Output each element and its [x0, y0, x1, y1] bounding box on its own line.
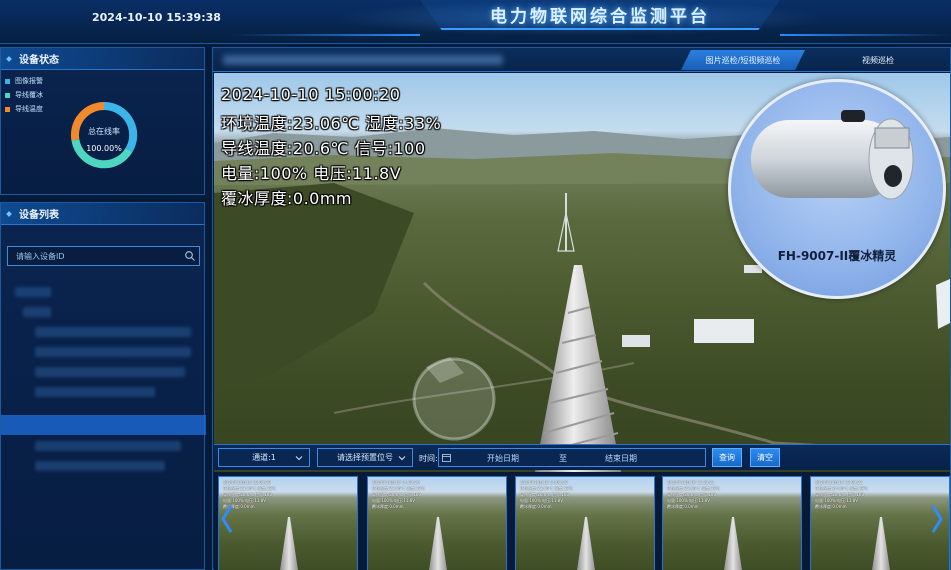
- cable-thumb: [576, 517, 596, 570]
- tree-item[interactable]: [35, 441, 181, 451]
- legend-label: 导线温度: [15, 105, 43, 113]
- road: [422, 281, 950, 455]
- sensor-device-image: [751, 110, 914, 200]
- legend-swatch: [5, 78, 10, 84]
- calendar-icon: [442, 454, 451, 462]
- legend-label: 导线覆冰: [15, 91, 43, 99]
- thumbnail-item[interactable]: 2024年10月10 13:00:22 环境温度:24.06℃ 湿度:29% 导…: [810, 476, 950, 570]
- tree-item[interactable]: [23, 307, 51, 317]
- device-search-box: [7, 246, 200, 266]
- inspection-panel: 图片巡检/短视频巡检 视频巡检 2024-10-10 15:00:20 环境温度…: [212, 47, 951, 570]
- building: [622, 335, 650, 347]
- donut-value: 100.00%: [86, 144, 122, 153]
- device-search-input[interactable]: [8, 251, 184, 261]
- chevron-down-icon: [398, 456, 406, 461]
- device-list-panel: 设备列表: [0, 202, 206, 570]
- legend-swatch: [5, 106, 10, 112]
- tab-bar: 图片巡检/短视频巡检 视频巡检: [213, 48, 950, 72]
- date-separator: 至: [559, 454, 567, 463]
- device-name-blurred: [223, 55, 503, 65]
- time-label: 时间:: [419, 454, 438, 463]
- osd-icing: 覆冰厚度:0.0mm: [221, 189, 353, 208]
- preset-select[interactable]: 请选择预置位号: [317, 448, 413, 467]
- osd-timestamp: 2024-10-10 15:00:20: [221, 85, 401, 104]
- inspection-image[interactable]: 2024-10-10 15:00:20 环境温度:23.06℃ 湿度:33% 导…: [214, 73, 950, 487]
- chevron-right-icon[interactable]: [930, 504, 944, 534]
- app-header: 2024-10-10 15:39:38 电力物联网综合监测平台: [0, 0, 951, 44]
- tab-video-inspection[interactable]: 视频巡检: [819, 50, 937, 70]
- legend-swatch: [5, 92, 10, 98]
- legend-label: 图像报警: [15, 77, 43, 85]
- date-range-picker[interactable]: 开始日期 至 结束日期: [438, 448, 706, 467]
- sensor-clamp-hole: [884, 165, 902, 187]
- tree-item[interactable]: [35, 461, 165, 471]
- thumbnail-item[interactable]: 2024年10月10 14:30:20 环境温度:23.06℃ 湿度:33% 导…: [367, 476, 507, 570]
- osd-power: 电量:100% 电压:11.8V: [221, 164, 402, 183]
- search-icon[interactable]: [184, 250, 196, 262]
- header-line-right: [780, 34, 951, 36]
- tree-item[interactable]: [35, 347, 191, 357]
- hillside-left: [214, 183, 414, 393]
- tree-item[interactable]: [35, 327, 191, 337]
- tree-item[interactable]: [35, 367, 185, 377]
- thumbnail-item[interactable]: 2024年10月10 13:30:21 环境温度:23.06℃ 湿度:33% 导…: [662, 476, 802, 570]
- thumbnail-text: 覆冰厚度:0.0mm: [815, 504, 847, 509]
- panel-title: 设备状态: [19, 55, 59, 66]
- filter-bar: 通道:1 请选择预置位号 时间: 开始日期 至 结束日期 查询 清空: [214, 444, 950, 470]
- building: [694, 319, 754, 343]
- current-datetime: 2024-10-10 15:39:38: [92, 11, 221, 24]
- cable-thumb: [428, 517, 448, 570]
- product-label: FH-9007-II覆冰精灵: [777, 249, 897, 263]
- osd-ambient: 环境温度:23.06℃ 湿度:33%: [221, 114, 442, 133]
- product-callout: FH-9007-II覆冰精灵: [728, 79, 946, 299]
- thumbnail-text: 覆冰厚度:0.0mm: [520, 504, 552, 509]
- thumbnail-item[interactable]: 2024年10月10 15:00:20 环境温度:23.06℃ 湿度:33% 导…: [218, 476, 358, 570]
- tree-item-selected[interactable]: [1, 415, 206, 435]
- legend-item[interactable]: 图像报警: [5, 74, 43, 88]
- osd-conductor: 导线温度:20.6℃ 信号:100: [221, 139, 426, 158]
- end-date-input[interactable]: 结束日期: [605, 453, 637, 464]
- status-legend: 图像报警 导线覆冰 导线温度: [5, 74, 43, 116]
- channel-select[interactable]: 通道:1: [218, 448, 310, 467]
- donut-label: 总在线率: [88, 127, 120, 136]
- panel-title: 设备列表: [19, 210, 59, 221]
- thumbnail-item[interactable]: 2024年10月10 14:00:20 环境温度:23.06℃ 湿度:33% 导…: [515, 476, 655, 570]
- query-button[interactable]: 查询: [712, 448, 742, 467]
- preset-select-placeholder: 请选择预置位号: [337, 453, 393, 462]
- channel-select-value: 通道:1: [252, 453, 276, 462]
- tree-item[interactable]: [35, 387, 155, 397]
- thumbnail-strip: 2024年10月10 15:00:20 环境温度:23.06℃ 湿度:33% 导…: [214, 472, 950, 570]
- panel-header: 设备列表: [1, 203, 204, 225]
- page-title: 电力物联网综合监测平台: [490, 7, 710, 27]
- panel-header: 设备状态: [1, 48, 204, 70]
- thumbnail-text: 覆冰厚度:0.0mm: [667, 504, 699, 509]
- legend-item[interactable]: 导线温度: [5, 102, 43, 116]
- tab-image-inspection[interactable]: 图片巡检/短视频巡检: [681, 50, 805, 70]
- cable-thumb: [871, 517, 891, 570]
- legend-item[interactable]: 导线覆冰: [5, 88, 43, 102]
- chevron-down-icon: [295, 456, 303, 461]
- thumbnail-text: 覆冰厚度:0.0mm: [372, 504, 404, 509]
- device-status-panel: 设备状态 图像报警 导线覆冰 导线温度 总在线率 100.00%: [0, 47, 205, 195]
- diamond-icon: [6, 210, 12, 217]
- header-line-left: [230, 34, 420, 36]
- sensor-antenna: [841, 110, 865, 122]
- diamond-icon: [6, 55, 12, 62]
- clear-button[interactable]: 清空: [750, 448, 780, 467]
- sensor-clamp: [874, 127, 910, 149]
- chevron-left-icon[interactable]: [220, 504, 234, 534]
- cable-thumb: [279, 517, 299, 570]
- start-date-input[interactable]: 开始日期: [487, 453, 519, 464]
- tree-item[interactable]: [15, 287, 51, 297]
- cable-thumb: [723, 517, 743, 570]
